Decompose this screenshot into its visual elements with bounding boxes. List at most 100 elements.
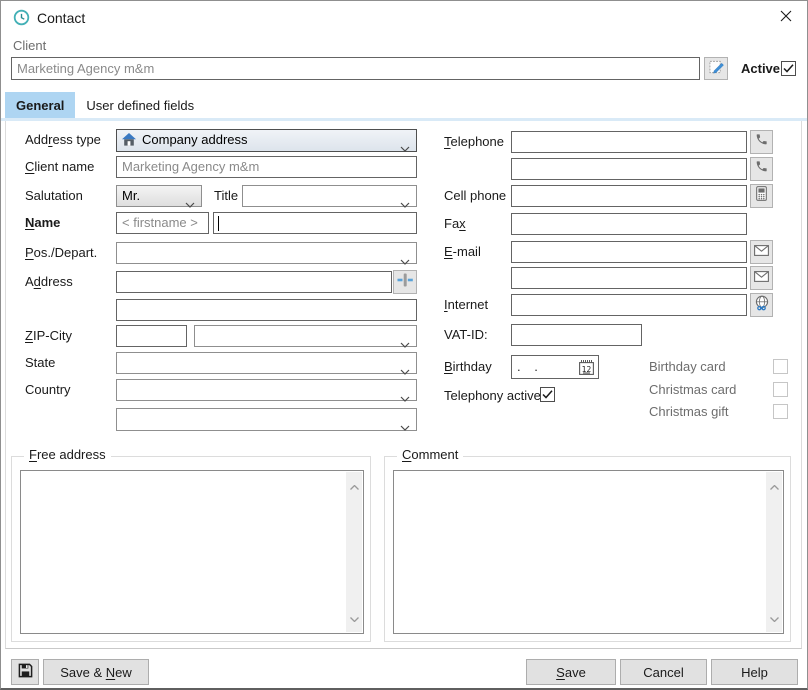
comment-textarea[interactable] (393, 470, 784, 634)
vat-id-label: VAT-ID: (444, 324, 488, 346)
cell-phone-input[interactable] (511, 185, 747, 207)
telephone-label: Telephone (444, 131, 504, 153)
birthday-card-checkbox[interactable] (773, 359, 788, 374)
save-and-new-button[interactable]: Save & New (43, 659, 149, 685)
title-combo[interactable] (242, 185, 417, 207)
chevron-down-icon (400, 388, 410, 408)
street-map-icon (397, 272, 413, 293)
chevron-down-icon (400, 138, 410, 158)
firstname-input[interactable]: < firstname > (116, 212, 209, 234)
address-line2-input[interactable] (116, 299, 417, 321)
phone-icon (755, 133, 768, 151)
email1-input[interactable] (511, 241, 747, 263)
scroll-down-icon (350, 609, 359, 627)
mobile-phone-icon (756, 186, 767, 206)
salutation-label: Salutation (25, 185, 83, 207)
contact-clock-icon (13, 9, 30, 31)
active-checkbox[interactable] (781, 61, 796, 76)
chevron-down-icon (400, 417, 410, 437)
scroll-up-icon (350, 477, 359, 495)
envelope-icon (754, 243, 769, 261)
client-input[interactable]: Marketing Agency m&m (11, 57, 700, 80)
fax-input[interactable] (511, 213, 747, 235)
name-label: Name (25, 212, 60, 234)
chevron-down-icon (400, 194, 410, 214)
send-email2-button[interactable] (750, 266, 773, 290)
birthday-input[interactable]: . . 12 (511, 355, 599, 379)
chevron-down-icon (185, 194, 195, 214)
state-label: State (25, 352, 55, 374)
close-button[interactable] (773, 7, 799, 29)
cancel-button[interactable]: Cancel (620, 659, 707, 685)
comment-label: Comment (397, 447, 463, 462)
calendar-icon: 12 (579, 360, 594, 379)
comment-group: Comment (384, 456, 791, 642)
country-label: Country (25, 379, 71, 401)
chevron-down-icon (400, 334, 410, 354)
birthday-label: Birthday (444, 356, 492, 378)
christmas-card-label: Christmas card (649, 379, 736, 401)
address-type-combo[interactable]: Company address (116, 129, 417, 152)
tab-strip: General User defined fields (5, 92, 205, 118)
free-address-group: Free address (11, 456, 371, 642)
telephony-active-checkbox[interactable] (540, 387, 555, 402)
scroll-up-icon (770, 477, 779, 495)
save-button[interactable]: Save (526, 659, 616, 685)
christmas-gift-label: Christmas gift (649, 401, 728, 423)
telephony-active-label: Telephony active (444, 385, 541, 407)
dial-cell-phone-button[interactable] (750, 184, 773, 208)
open-internet-button[interactable] (750, 293, 773, 317)
chevron-down-icon (400, 361, 410, 381)
pos-depart-combo[interactable] (116, 242, 417, 264)
tab-general[interactable]: General (5, 92, 75, 118)
country-combo[interactable] (116, 379, 417, 401)
client-name-input[interactable]: Marketing Agency m&m (116, 156, 417, 178)
title-label: Title (214, 185, 238, 207)
zip-input[interactable] (116, 325, 187, 347)
christmas-card-checkbox[interactable] (773, 382, 788, 397)
comment-scrollbar[interactable] (766, 472, 782, 632)
state-combo[interactable] (116, 352, 417, 374)
edit-client-button[interactable] (704, 57, 728, 80)
globe-link-icon (754, 295, 770, 316)
free-address-textarea[interactable] (20, 470, 364, 634)
lastname-input[interactable] (213, 212, 417, 234)
dial-telephone2-button[interactable] (750, 157, 773, 181)
vat-id-input[interactable] (511, 324, 642, 346)
free-address-scrollbar[interactable] (346, 472, 362, 632)
chevron-down-icon (400, 251, 410, 271)
salutation-combo[interactable]: Mr. (116, 185, 202, 207)
birthday-card-label: Birthday card (649, 356, 726, 378)
phone-icon (755, 160, 768, 178)
floppy-disk-icon (18, 663, 33, 681)
send-email1-button[interactable] (750, 240, 773, 264)
address-type-label: Address type (25, 129, 101, 151)
tab-user-defined-fields[interactable]: User defined fields (75, 92, 205, 118)
email-label: E-mail (444, 241, 481, 263)
telephone2-input[interactable] (511, 158, 747, 180)
edit-pencil-icon (709, 59, 724, 79)
save-icon-button[interactable] (11, 659, 39, 685)
pos-depart-label: Pos./Depart. (25, 242, 97, 264)
contact-dialog: Contact Client Marketing Agency m&m Acti… (0, 0, 808, 690)
telephone1-input[interactable] (511, 131, 747, 153)
house-icon (122, 132, 136, 152)
region-extra-combo[interactable] (116, 408, 417, 431)
cell-phone-label: Cell phone (444, 185, 506, 207)
close-icon (780, 9, 792, 27)
internet-input[interactable] (511, 294, 747, 316)
active-label: Active (741, 58, 780, 80)
address-line1-input[interactable] (116, 271, 392, 293)
address-label: Address (25, 271, 73, 293)
email2-input[interactable] (511, 267, 747, 289)
city-combo[interactable] (194, 325, 417, 347)
help-button[interactable]: Help (711, 659, 798, 685)
internet-label: Internet (444, 294, 488, 316)
dial-telephone1-button[interactable] (750, 130, 773, 154)
text-caret (218, 216, 219, 231)
address-map-button[interactable] (393, 270, 417, 294)
scroll-down-icon (770, 609, 779, 627)
dialog-title: Contact (37, 7, 85, 29)
christmas-gift-checkbox[interactable] (773, 404, 788, 419)
fax-label: Fax (444, 213, 466, 235)
